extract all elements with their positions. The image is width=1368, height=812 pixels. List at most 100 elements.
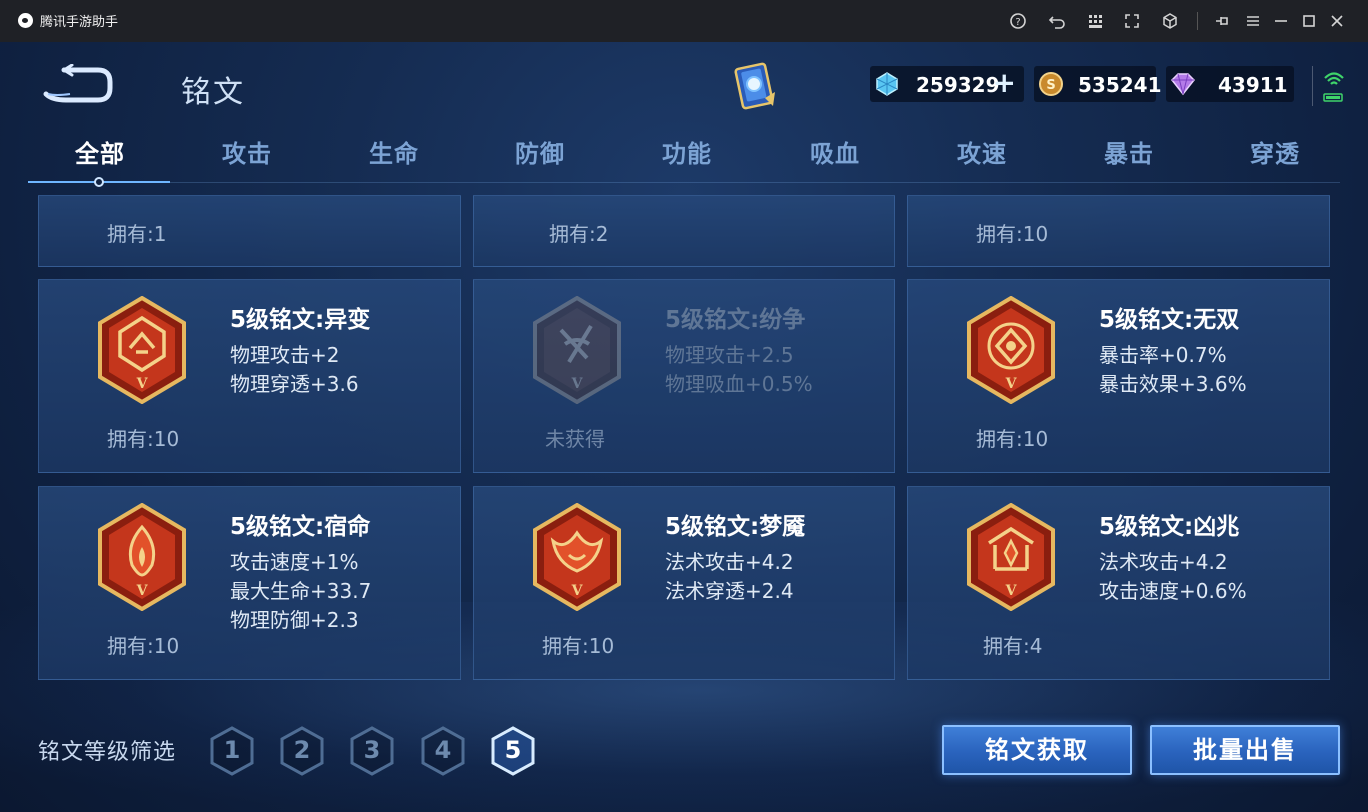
rune-stat: 暴击效果+3.6% [1099, 372, 1247, 396]
owned-count: 拥有:10 [976, 222, 1049, 246]
batch-sell-button[interactable]: 批量出售 [1150, 725, 1340, 775]
active-tab-indicator [28, 177, 170, 187]
rune-stat: 暴击率+0.7% [1099, 343, 1227, 367]
tab-all[interactable]: 全部 [30, 134, 170, 174]
rune-name: 5级铭文:凶兆 [1099, 514, 1240, 540]
svg-text:V: V [1005, 583, 1018, 599]
back-arrow-icon [43, 63, 113, 103]
rune-card-xiongzhao[interactable]: V 5级铭文:凶兆 法术攻击+4.2 攻击速度+0.6% 拥有:4 [907, 486, 1330, 680]
level-number: 4 [434, 736, 452, 764]
rune-name: 5级铭文:纷争 [665, 307, 806, 333]
level-number: 2 [293, 736, 311, 764]
rune-card-fenzheng[interactable]: V 5级铭文:纷争 物理攻击+2.5 物理吸血+0.5% 未获得 [473, 279, 895, 473]
rune-name: 5级铭文:宿命 [230, 514, 371, 540]
maximize-icon[interactable] [1297, 9, 1321, 33]
level-filter-4[interactable]: 4 [419, 725, 467, 777]
owned-status: 未获得 [545, 427, 605, 451]
level-number: 3 [363, 736, 381, 764]
level-number: 5 [504, 736, 522, 764]
owned-count: 拥有:10 [542, 634, 615, 658]
level-number: 1 [223, 736, 241, 764]
level-filter-3[interactable]: 3 [348, 725, 396, 777]
svg-text:S: S [1046, 78, 1055, 93]
diamond-coupon-value: 259329 [916, 73, 1000, 97]
page-title: 铭文 [181, 75, 245, 110]
tabs-divider [28, 182, 1340, 183]
svg-text:V: V [571, 376, 584, 392]
wifi-icon [1323, 72, 1344, 102]
svg-text:V: V [571, 583, 584, 599]
gold-balance: S 535241 [1034, 66, 1162, 102]
help-icon[interactable]: ? [1006, 9, 1030, 33]
minimize-icon[interactable] [1269, 9, 1293, 33]
rune-stat: 法术攻击+4.2 [1099, 550, 1228, 574]
svg-text:?: ? [1015, 17, 1020, 28]
pin-icon[interactable] [1210, 9, 1234, 33]
level-filter-5[interactable]: 5 [489, 725, 537, 777]
rune-stat: 最大生命+33.7 [230, 579, 372, 603]
tab-health[interactable]: 生命 [324, 134, 464, 174]
rune-grid: 拥有:1 拥有:2 拥有:10 V 5级铭文:异变 物理攻击+2 物理穿透+3.… [38, 195, 1332, 680]
tab-critical[interactable]: 暴击 [1059, 134, 1199, 174]
rune-card-partial[interactable]: 拥有:2 [473, 195, 895, 267]
rune-stat: 物理吸血+0.5% [665, 372, 813, 396]
tab-attack[interactable]: 攻击 [177, 134, 317, 174]
xiongzhao-rune-icon: V [967, 503, 1055, 611]
gem-balance: 43911 [1166, 66, 1294, 102]
fullscreen-icon[interactable] [1120, 9, 1144, 33]
undo-icon[interactable] [1045, 9, 1069, 33]
rune-stat: 法术攻击+4.2 [665, 550, 794, 574]
app-logo-icon [18, 13, 33, 28]
titlebar-separator [1197, 12, 1198, 30]
keymap-icon[interactable] [1083, 9, 1107, 33]
level-filter-1[interactable]: 1 [208, 725, 256, 777]
menu-icon[interactable] [1241, 9, 1265, 33]
settings-cube-icon[interactable] [1158, 9, 1182, 33]
tab-utility[interactable]: 功能 [617, 134, 757, 174]
owned-count: 拥有:2 [549, 222, 609, 246]
rune-book-icon[interactable] [729, 58, 781, 114]
rune-name: 5级铭文:梦魇 [665, 514, 806, 540]
tab-defense[interactable]: 防御 [470, 134, 610, 174]
svg-text:V: V [136, 376, 149, 392]
window-title: 腾讯手游助手 [40, 15, 119, 30]
close-icon[interactable] [1325, 9, 1349, 33]
rune-stat: 攻击速度+1% [230, 550, 359, 574]
rune-stat: 物理攻击+2.5 [665, 343, 794, 367]
rune-stat: 物理攻击+2 [230, 343, 340, 367]
fenzheng-rune-icon: V [533, 296, 621, 404]
rune-card-yibian[interactable]: V 5级铭文:异变 物理攻击+2 物理穿透+3.6 拥有:10 [38, 279, 461, 473]
window-titlebar: 腾讯手游助手 ? [0, 0, 1368, 42]
mengyan-rune-icon: V [533, 503, 621, 611]
owned-count: 拥有:1 [107, 222, 167, 246]
rune-card-partial[interactable]: 拥有:10 [907, 195, 1330, 267]
svg-text:V: V [136, 583, 149, 599]
owned-count: 拥有:10 [976, 427, 1049, 451]
wushuang-rune-icon: V [967, 296, 1055, 404]
rune-name: 5级铭文:无双 [1099, 307, 1240, 333]
level-filter-2[interactable]: 2 [278, 725, 326, 777]
tab-lifesteal[interactable]: 吸血 [765, 134, 905, 174]
obtain-runes-button[interactable]: 铭文获取 [942, 725, 1132, 775]
rune-stat: 物理防御+2.3 [230, 608, 359, 632]
diamond-coupon-icon [876, 72, 898, 96]
rune-card-mengyan[interactable]: V 5级铭文:梦魇 法术攻击+4.2 法术穿透+2.4 拥有:10 [473, 486, 895, 680]
suming-rune-icon: V [98, 503, 186, 611]
tab-attack-speed[interactable]: 攻速 [912, 134, 1052, 174]
gold-value: 535241 [1078, 73, 1162, 97]
rune-card-suming[interactable]: V 5级铭文:宿命 攻击速度+1% 最大生命+33.7 物理防御+2.3 拥有:… [38, 486, 461, 680]
rune-name: 5级铭文:异变 [230, 307, 371, 333]
rune-stat: 法术穿透+2.4 [665, 579, 794, 603]
tab-penetration[interactable]: 穿透 [1205, 134, 1345, 174]
rune-stat: 攻击速度+0.6% [1099, 579, 1247, 603]
add-currency-button[interactable]: + [993, 68, 1016, 98]
back-button[interactable] [42, 63, 114, 104]
owned-count: 拥有:10 [107, 427, 180, 451]
gem-icon [1170, 73, 1196, 96]
yibian-rune-icon: V [98, 296, 186, 404]
diamond-coupon-balance: 259329 + [870, 66, 1024, 102]
gem-value: 43911 [1218, 73, 1288, 97]
rune-card-wushuang[interactable]: V 5级铭文:无双 暴击率+0.7% 暴击效果+3.6% 拥有:10 [907, 279, 1330, 473]
level-filter-label: 铭文等级筛选 [38, 740, 177, 765]
rune-card-partial[interactable]: 拥有:1 [38, 195, 461, 267]
